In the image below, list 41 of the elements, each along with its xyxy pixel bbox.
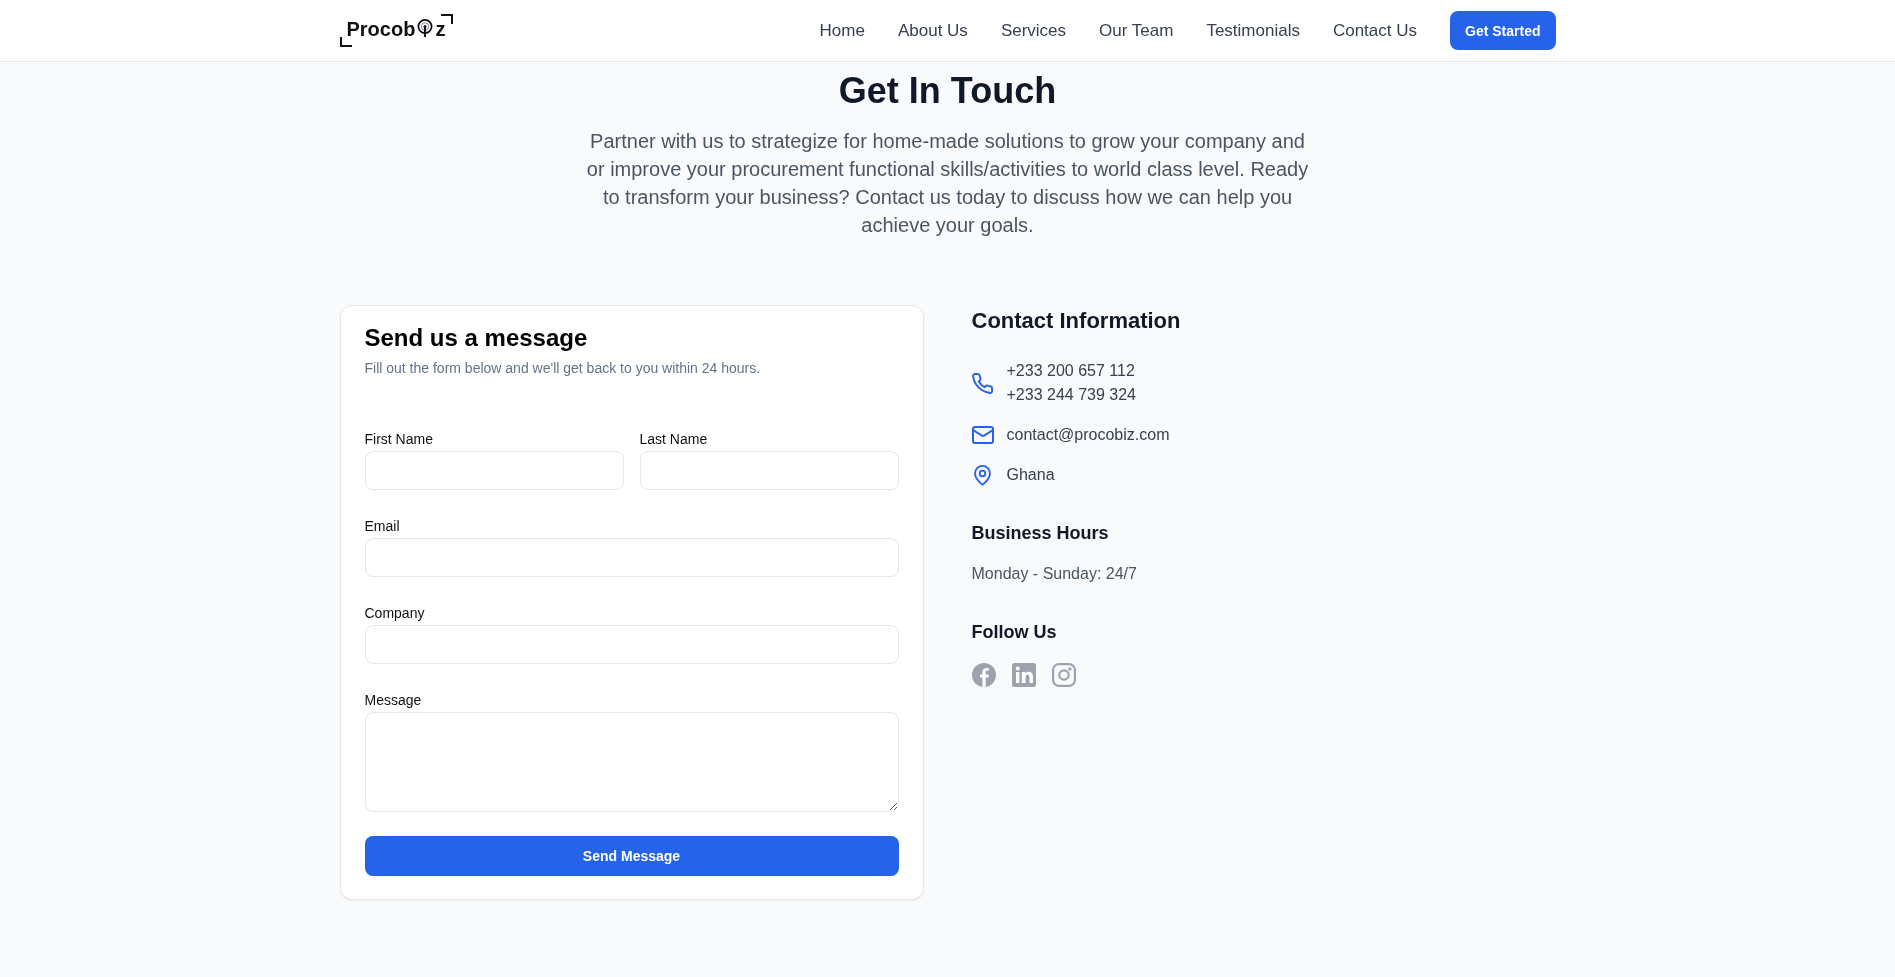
contact-info-title: Contact Information [971,307,1182,335]
nav-link[interactable]: Contact Us [1332,18,1418,43]
nav-link[interactable]: Our Team [1099,18,1174,43]
nav-link[interactable]: Home [819,18,865,43]
field-label: First Name [364,430,434,449]
text-input[interactable] [639,451,899,490]
field-label: Message [364,691,423,710]
instagram-icon[interactable] [1051,663,1076,687]
nav-link[interactable]: About Us [897,18,968,43]
field-label: Last Name [639,430,709,449]
message-textarea[interactable] [364,712,899,812]
phone-icon [972,372,993,394]
text-input[interactable] [364,451,624,490]
broadcast-icon [416,18,435,37]
corner-bracket-icon [339,36,352,47]
section-heading: Business Hours [971,522,1110,545]
form-subtitle: Fill out the form below and we'll get back to you within 24 hours. [364,359,762,378]
form-title: Send us a message [364,323,589,353]
map-pin-icon [974,464,991,486]
logo-text[interactable]: z [435,17,446,40]
send-message-button[interactable]: Send Message [364,836,899,876]
mail-icon [971,426,994,444]
nav-link[interactable]: Services [1000,18,1067,43]
logo-text[interactable]: Procob [346,17,416,40]
field-label: Email [364,517,401,536]
phone-number: +233 200 657 112 [1006,361,1136,381]
field-label: Company [364,604,426,623]
email-address: contact@procobiz.com [1006,425,1170,445]
page-heading: Get In Touch [837,71,1058,111]
phone-number: +233 244 739 324 [1006,385,1136,405]
get-started-button[interactable]: Get Started [1450,11,1556,50]
section-heading: Follow Us [971,621,1058,644]
text-input[interactable] [364,625,899,664]
corner-bracket-icon [441,13,454,24]
facebook-icon[interactable] [971,663,996,687]
text-input[interactable] [364,538,899,577]
linkedin-icon[interactable] [1011,663,1036,687]
intro-text: Partner with us to strategize for home-made solutions to grow your company and or improve your procurement functional skills/activities to world class level. Ready to transform your business? Contact us today to discuss how we can help you achieve your goals. [585,129,1310,238]
location-text: Ghana [1006,465,1055,485]
hours-text: Monday - Sunday: 24/7 [971,564,1138,584]
nav-link[interactable]: Testimonials [1206,18,1300,43]
